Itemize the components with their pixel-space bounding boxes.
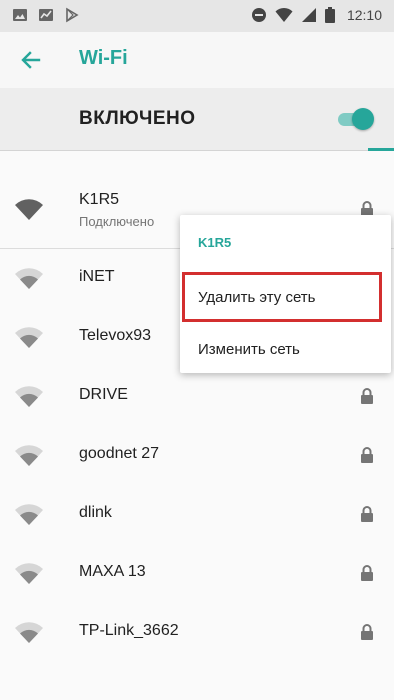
network-item-drive[interactable]: DRIVE — [0, 367, 394, 426]
wifi-signal-icon — [15, 386, 43, 407]
cell-signal-icon — [301, 8, 316, 22]
wifi-signal-icon — [15, 504, 43, 525]
context-menu-title: K1R5 — [198, 235, 232, 250]
do-not-disturb-icon — [251, 8, 266, 22]
wifi-signal-icon — [15, 268, 43, 289]
status-bar: 12:10 — [0, 0, 394, 32]
wifi-signal-icon — [15, 199, 43, 220]
network-name: goodnet 27 — [79, 445, 160, 462]
app-bar: Wi-Fi — [0, 32, 394, 88]
network-item-dlink[interactable]: dlink — [0, 485, 394, 544]
lock-icon — [361, 624, 373, 640]
master-switch-label: ВКЛЮЧЕНО — [79, 108, 196, 129]
status-bar-left-icons — [12, 7, 80, 23]
wifi-master-switch-bar[interactable]: ВКЛЮЧЕНО — [0, 88, 394, 151]
status-bar-right-icons: 12:10 — [251, 7, 382, 23]
wifi-toggle[interactable] — [336, 108, 378, 130]
network-name: dlink — [79, 504, 112, 521]
wifi-signal-icon — [15, 445, 43, 466]
network-name: MAXA 13 — [79, 563, 146, 580]
lock-icon — [361, 506, 373, 522]
network-item-tp-link-3662[interactable]: TP-Link_3662 — [0, 603, 394, 662]
wifi-icon — [275, 7, 293, 22]
chart-icon — [39, 9, 53, 21]
network-name: Televox93 — [79, 327, 152, 344]
network-item-goodnet-27[interactable]: goodnet 27 — [0, 426, 394, 485]
lock-icon — [361, 447, 373, 463]
wifi-signal-icon — [15, 327, 43, 348]
arrow-back-icon — [21, 51, 41, 69]
image-icon — [13, 9, 27, 21]
battery-icon — [324, 7, 335, 23]
network-status: Подключено — [79, 214, 155, 229]
back-button[interactable] — [18, 47, 44, 73]
toggle-thumb — [352, 108, 374, 130]
modify-network-label: Изменить сеть — [198, 341, 300, 358]
lock-icon — [361, 565, 373, 581]
page-title: Wi-Fi — [79, 47, 128, 69]
play-store-icon — [66, 7, 79, 23]
network-name: DRIVE — [79, 386, 128, 403]
lock-icon — [361, 388, 373, 404]
wifi-signal-icon — [15, 622, 43, 643]
network-name: TP-Link_3662 — [79, 622, 179, 639]
network-name: K1R5 — [79, 191, 120, 208]
wifi-signal-icon — [15, 563, 43, 584]
network-item-maxa-13[interactable]: MAXA 13 — [0, 544, 394, 603]
highlight-annotation-box — [182, 272, 382, 322]
status-time: 12:10 — [346, 7, 382, 23]
modify-network-menu-item[interactable]: Изменить сеть — [180, 329, 391, 373]
network-name: iNET — [79, 268, 115, 285]
